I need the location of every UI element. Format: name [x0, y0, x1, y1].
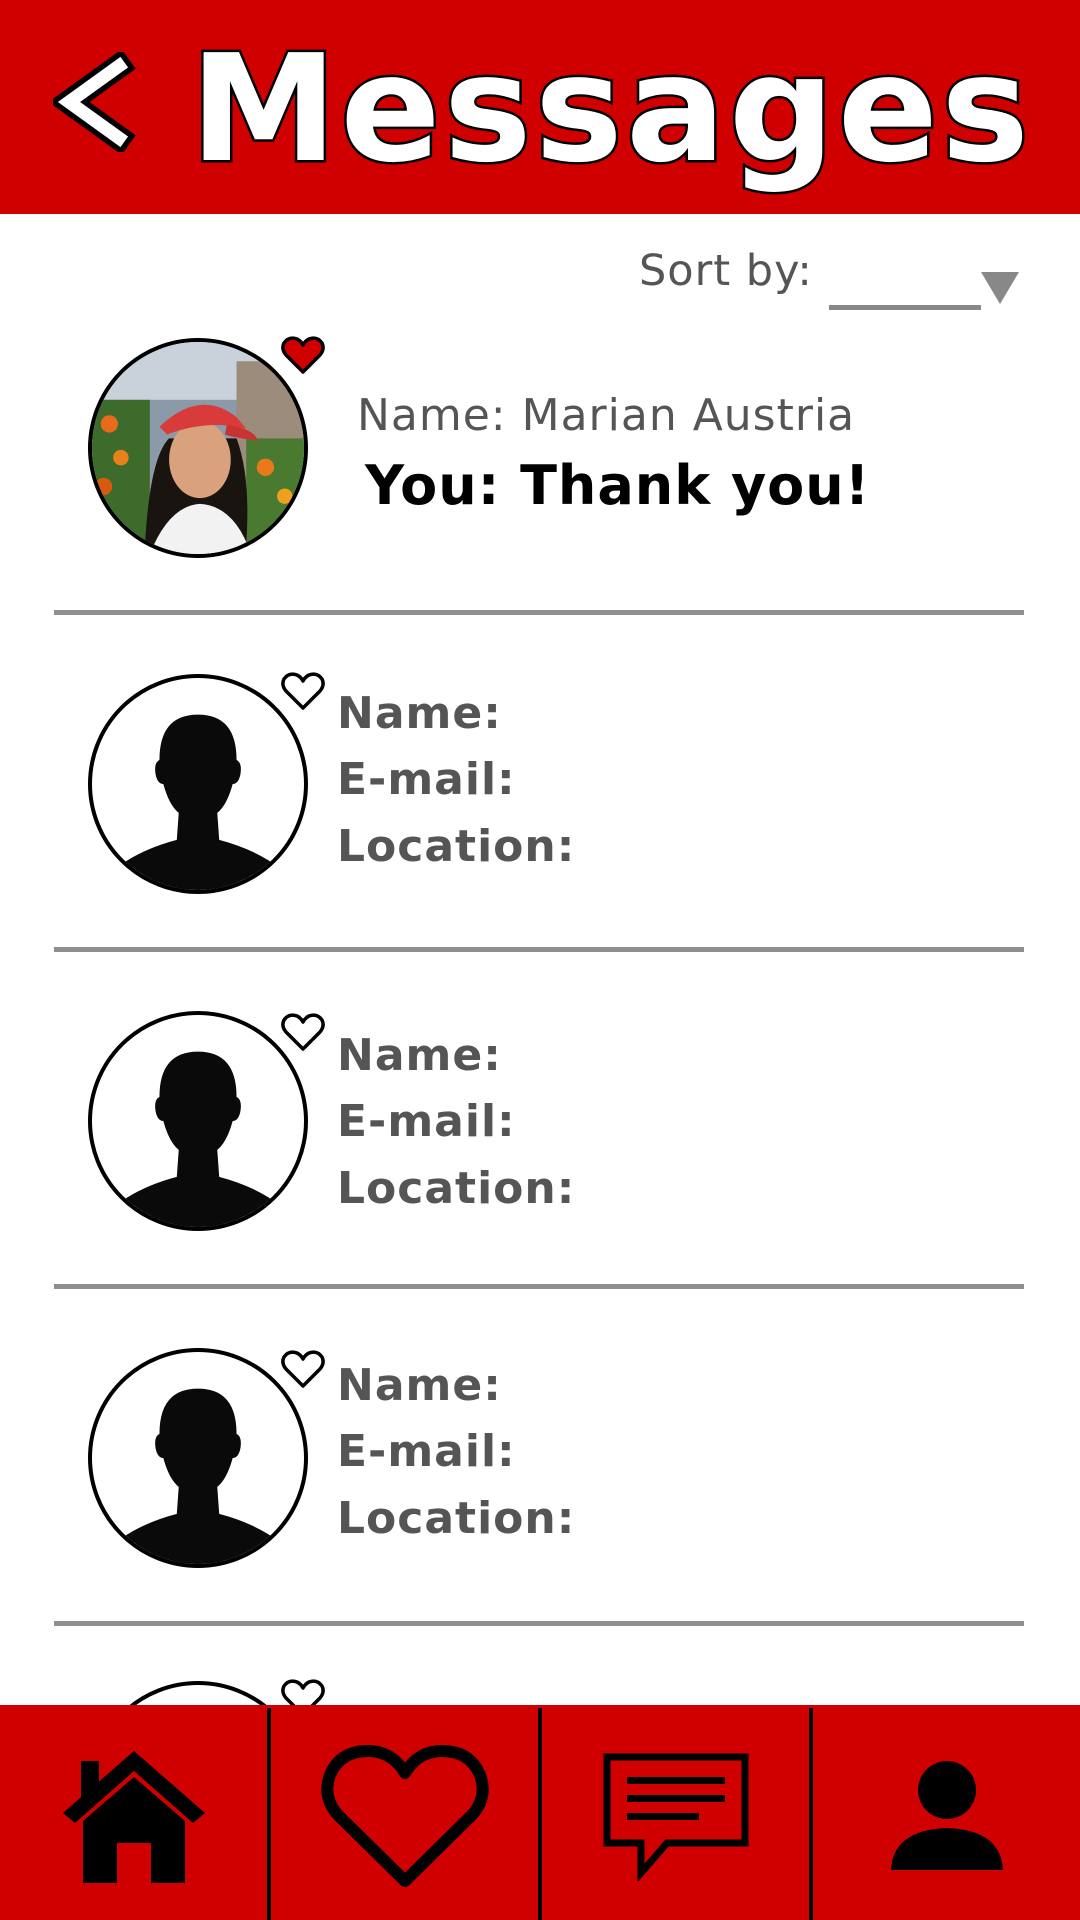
contact-name: Name: Marian Austria [357, 390, 856, 441]
nav-home[interactable] [0, 1708, 267, 1920]
email-label: E-mail: [337, 1096, 516, 1147]
avatar [88, 1011, 308, 1231]
favorite-toggle[interactable] [280, 670, 326, 712]
dropdown-arrow-icon [981, 272, 1019, 304]
avatar [88, 674, 308, 894]
location-label: Location: [337, 1163, 576, 1214]
name-label: Name: [337, 1360, 502, 1411]
heart-outline-icon [281, 1350, 325, 1388]
favorite-toggle[interactable] [280, 1348, 326, 1390]
avatar-photo [92, 342, 304, 554]
last-message: You: Thank you! [365, 454, 871, 517]
location-label: Location: [337, 1493, 576, 1544]
name-label: Name: [337, 688, 502, 739]
message-icon [603, 1753, 748, 1881]
page-title: Messages [187, 22, 1033, 197]
app-header: Messages [0, 0, 1080, 214]
email-label: E-mail: [337, 754, 516, 805]
location-label: Location: [337, 821, 576, 872]
heart-filled-icon [281, 336, 325, 374]
favorite-toggle[interactable] [280, 1011, 326, 1053]
heart-outline-icon [281, 672, 325, 710]
divider [54, 610, 1024, 615]
name-label: Name: [337, 1030, 502, 1081]
chevron-left-icon [53, 52, 136, 152]
sort-underline [829, 305, 981, 310]
nav-favorites[interactable] [267, 1708, 538, 1920]
divider [54, 1284, 1024, 1289]
user-silhouette-icon [111, 1388, 285, 1564]
user-silhouette-icon [111, 1051, 285, 1227]
divider [54, 1621, 1024, 1626]
heart-outline-icon [281, 1013, 325, 1051]
list-item[interactable]: Name: E-mail: Location: [0, 666, 1080, 946]
heart-icon [320, 1744, 489, 1887]
user-silhouette-icon [111, 714, 285, 890]
home-icon [62, 1751, 205, 1883]
favorite-toggle[interactable] [280, 334, 326, 376]
sort-dropdown[interactable] [829, 260, 1019, 312]
bottom-nav [0, 1705, 1080, 1920]
avatar [88, 1348, 308, 1568]
messages-screen: Messages Sort by: Name: Marian Austria Y… [0, 0, 1080, 1920]
back-button[interactable] [40, 22, 150, 182]
sort-label: Sort by: [639, 246, 813, 296]
list-item[interactable]: Name: Marian Austria You: Thank you! [0, 330, 1080, 610]
avatar [88, 338, 308, 558]
nav-profile[interactable] [809, 1708, 1080, 1920]
list-item[interactable]: Name: E-mail: Location: [0, 1003, 1080, 1283]
divider [54, 947, 1024, 952]
email-label: E-mail: [337, 1426, 516, 1477]
list-item[interactable]: Name: E-mail: Location: [0, 1340, 1080, 1620]
profile-icon [890, 1761, 1003, 1870]
nav-messages[interactable] [538, 1708, 809, 1920]
